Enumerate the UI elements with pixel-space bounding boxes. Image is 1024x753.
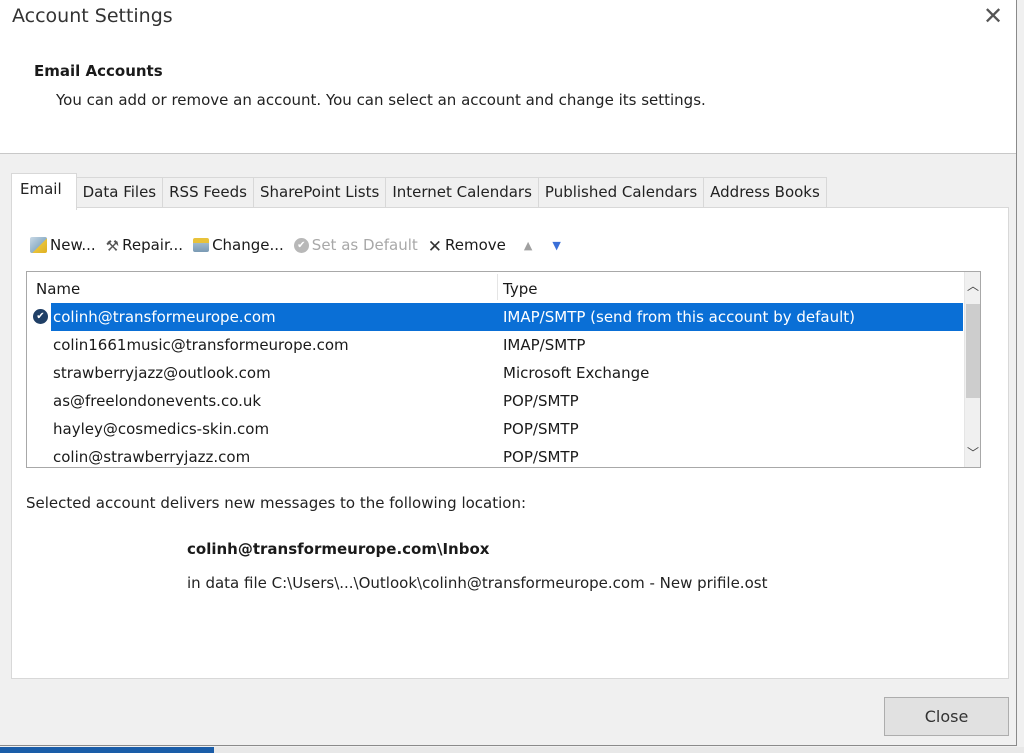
close-button[interactable]: Close (884, 697, 1009, 736)
account-row[interactable]: hayley@cosmedics-skin.com POP/SMTP (27, 415, 963, 443)
account-type: IMAP/SMTP (503, 336, 586, 354)
list-header: Name Type (27, 272, 963, 302)
section-title: Email Accounts (34, 62, 163, 80)
account-type: POP/SMTP (503, 448, 579, 466)
account-name: colin1661music@transformeurope.com (53, 336, 349, 354)
list-scrollbar[interactable]: ︿ ﹀ (964, 272, 980, 467)
account-type: POP/SMTP (503, 392, 579, 410)
move-up-arrow-icon[interactable]: ▲ (524, 239, 532, 252)
column-separator[interactable] (497, 274, 498, 300)
scrollbar-thumb[interactable] (966, 304, 980, 398)
checkmark-circle-icon: ✔ (293, 237, 309, 253)
remove-button[interactable]: ✕ Remove (427, 236, 506, 257)
account-type: POP/SMTP (503, 420, 579, 438)
change-button[interactable]: Change... (193, 236, 284, 254)
account-name: colin@strawberryjazz.com (53, 448, 251, 466)
account-row[interactable]: strawberryjazz@outlook.com Microsoft Exc… (27, 359, 963, 387)
account-settings-dialog: Account Settings ✕ Email Accounts You ca… (0, 0, 1017, 746)
repair-button[interactable]: ⚒ Repair... (105, 236, 184, 255)
tab-sharepoint-lists[interactable]: SharePoint Lists (253, 177, 387, 209)
tab-bar: Email Data Files RSS Feeds SharePoint Li… (11, 173, 827, 210)
section-description: You can add or remove an account. You ca… (56, 91, 706, 109)
taskbar-active-item (0, 747, 214, 753)
tab-email[interactable]: Email (11, 173, 77, 210)
tab-published-calendars[interactable]: Published Calendars (538, 177, 705, 209)
scroll-down-chevron-icon[interactable]: ﹀ (965, 441, 980, 465)
account-name: colinh@transformeurope.com (53, 308, 276, 326)
new-account-icon (30, 237, 47, 253)
tab-data-files[interactable]: Data Files (76, 177, 164, 209)
delivery-location: colinh@transformeurope.com\Inbox (187, 540, 490, 558)
column-header-type[interactable]: Type (503, 280, 537, 298)
account-name: as@freelondonevents.co.uk (53, 392, 262, 410)
set-as-default-button[interactable]: ✔ Set as Default (293, 236, 418, 254)
new-label: New... (50, 236, 96, 254)
delivery-label: Selected account delivers new messages t… (26, 494, 527, 512)
account-type: IMAP/SMTP (send from this account by def… (503, 308, 855, 326)
remove-x-icon: ✕ (427, 237, 443, 257)
change-account-icon (193, 238, 210, 252)
remove-label: Remove (445, 236, 506, 254)
close-icon[interactable]: ✕ (978, 3, 1008, 29)
change-label: Change... (212, 236, 284, 254)
account-row[interactable]: ✔ colinh@transformeurope.com IMAP/SMTP (… (27, 303, 963, 331)
account-name: hayley@cosmedics-skin.com (53, 420, 270, 438)
account-type: Microsoft Exchange (503, 364, 650, 382)
scroll-up-chevron-icon[interactable]: ︿ (965, 274, 980, 298)
tab-internet-calendars[interactable]: Internet Calendars (386, 177, 539, 209)
accounts-list: Name Type ✔ colinh@transformeurope.com I… (26, 271, 981, 468)
account-name: strawberryjazz@outlook.com (53, 364, 271, 382)
tab-rss-feeds[interactable]: RSS Feeds (163, 177, 254, 209)
new-button[interactable]: New... (30, 236, 96, 254)
tab-address-books[interactable]: Address Books (704, 177, 827, 209)
delivery-data-file: in data file C:\Users\...\Outlook\colinh… (187, 574, 768, 592)
account-row[interactable]: as@freelondonevents.co.uk POP/SMTP (27, 387, 963, 415)
set-as-default-label: Set as Default (311, 236, 418, 254)
account-row[interactable]: colin1661music@transformeurope.com IMAP/… (27, 331, 963, 359)
email-tab-panel: New... ⚒ Repair... Change... ✔ Set as De… (11, 207, 1009, 679)
repair-label: Repair... (122, 236, 184, 254)
dialog-header: Account Settings ✕ Email Accounts You ca… (0, 0, 1016, 154)
default-account-check-icon: ✔ (33, 309, 48, 324)
move-down-arrow-icon[interactable]: ▼ (552, 239, 560, 252)
account-row[interactable]: colin@strawberryjazz.com POP/SMTP (27, 443, 963, 467)
account-toolbar: New... ⚒ Repair... Change... ✔ Set as De… (30, 236, 561, 257)
window-title: Account Settings (12, 5, 173, 27)
repair-tools-icon: ⚒ (105, 237, 120, 255)
column-header-name[interactable]: Name (36, 280, 80, 298)
